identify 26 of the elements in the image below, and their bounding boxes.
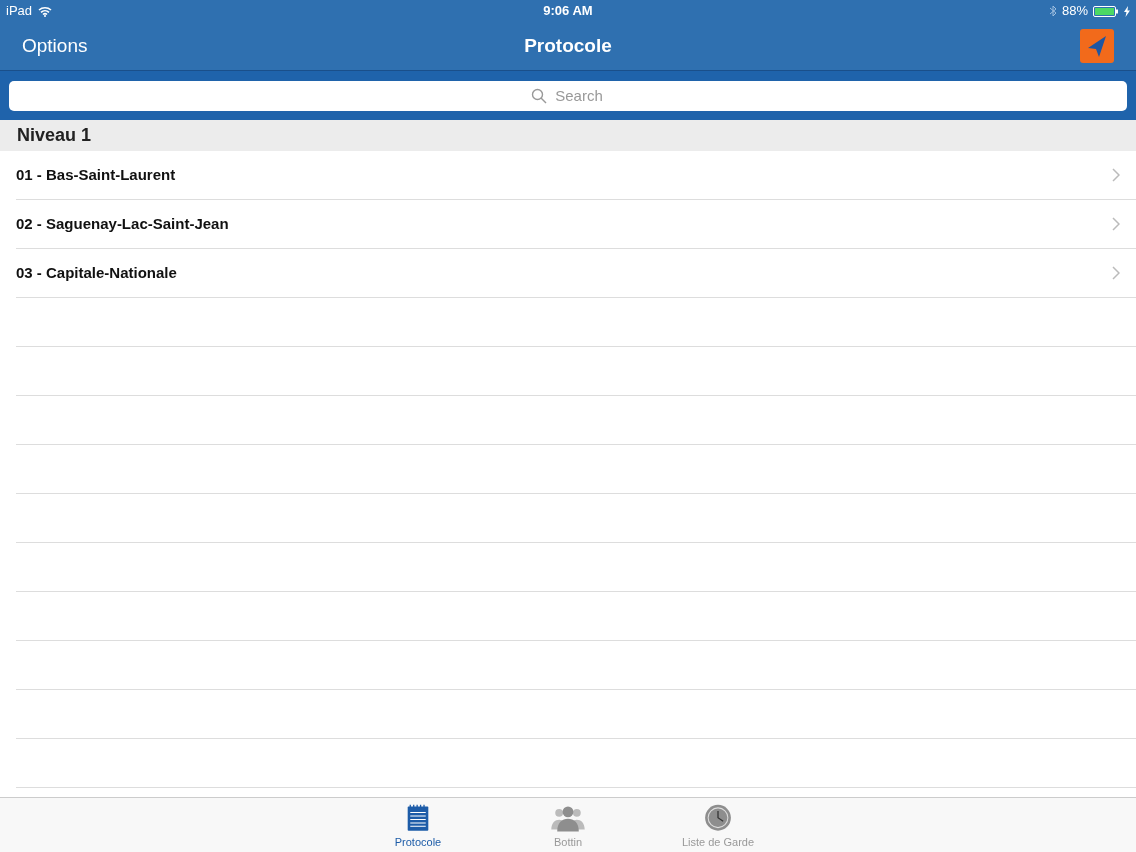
bluetooth-icon — [1048, 5, 1057, 17]
list-row[interactable]: 03 - Capitale-Nationale — [16, 249, 1136, 298]
device-name: iPad — [6, 2, 33, 21]
notepad-icon — [405, 804, 431, 832]
chevron-icon — [1112, 217, 1120, 231]
clock-icon — [702, 804, 734, 832]
list-row[interactable]: 01 - Bas-Saint-Laurent — [16, 151, 1136, 200]
chevron-icon — [1112, 168, 1120, 182]
section-header: Niveau 1 — [17, 124, 92, 147]
nav-title: Protocole — [524, 33, 612, 58]
status-time: 9:06 AM — [543, 2, 593, 21]
people-icon — [550, 804, 586, 832]
search-icon — [531, 87, 547, 104]
list-row[interactable]: 02 - Saguenay-Lac-Saint-Jean — [16, 200, 1136, 249]
navigation-arrow-button[interactable] — [1080, 29, 1114, 63]
row-label: 01 - Bas-Saint-Laurent — [16, 164, 176, 185]
row-label: 03 - Capitale-Nationale — [16, 262, 177, 283]
row-label: 02 - Saguenay-Lac-Saint-Jean — [16, 213, 229, 234]
search-field[interactable]: Search — [9, 80, 1127, 111]
battery-icon — [1093, 5, 1119, 17]
options-button[interactable]: Options — [22, 31, 88, 61]
tab-bar-item[interactable]: Protocole — [363, 804, 473, 850]
chevron-icon — [1112, 266, 1120, 280]
charging-icon — [1124, 5, 1130, 17]
wifi-icon — [38, 5, 53, 17]
battery-percent: 88% — [1061, 2, 1088, 21]
